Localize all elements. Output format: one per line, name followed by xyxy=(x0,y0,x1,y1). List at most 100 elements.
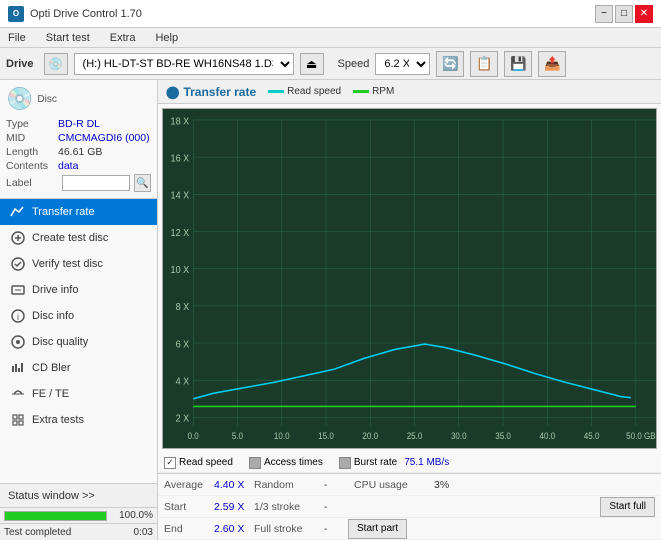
svg-text:4 X: 4 X xyxy=(176,376,190,387)
status-bottom: Status window >> 100.0% Test completed 0… xyxy=(0,483,157,540)
chart-svg: 18 X 16 X 14 X 12 X 10 X 8 X 6 X 4 X 2 X… xyxy=(163,109,656,448)
status-text-bar: Test completed 0:03 xyxy=(0,524,157,540)
disc-info-icon: i xyxy=(10,308,26,324)
type-label: Type xyxy=(6,118,58,130)
svg-text:i: i xyxy=(17,312,19,322)
status-time: 0:03 xyxy=(134,527,153,538)
svg-text:0.0: 0.0 xyxy=(188,431,199,441)
drive-label: Drive xyxy=(6,58,34,70)
full-stroke-value: - xyxy=(324,523,344,535)
access-times-checkbox-item: Access times xyxy=(249,457,323,469)
average-label: Average xyxy=(164,479,214,491)
random-value: - xyxy=(324,479,344,491)
menu-bar: File Start test Extra Help xyxy=(0,28,661,48)
chart-canvas: 18 X 16 X 14 X 12 X 10 X 8 X 6 X 4 X 2 X… xyxy=(162,108,657,449)
stats-row-average: Average 4.40 X Random - CPU usage 3% xyxy=(158,474,661,496)
burst-rate-checkbox-label: Burst rate xyxy=(354,457,397,468)
disc-quality-icon xyxy=(10,334,26,350)
nav-create-test-disc[interactable]: Create test disc xyxy=(0,225,157,251)
menu-help[interactable]: Help xyxy=(151,31,182,45)
start-part-button[interactable]: Start part xyxy=(348,519,407,539)
title-bar: O Opti Drive Control 1.70 − □ ✕ xyxy=(0,0,661,28)
burst-rate-checkbox[interactable] xyxy=(339,457,351,469)
stroke-1-3-label: 1/3 stroke xyxy=(254,501,324,513)
svg-text:35.0: 35.0 xyxy=(495,431,511,441)
nav-fe-te[interactable]: FE / TE xyxy=(0,381,157,407)
svg-text:2 X: 2 X xyxy=(176,413,190,424)
nav-drive-info[interactable]: Drive info xyxy=(0,277,157,303)
eject-button[interactable]: ⏏ xyxy=(300,53,324,75)
svg-text:12 X: 12 X xyxy=(171,228,190,239)
start-full-button[interactable]: Start full xyxy=(600,497,655,517)
mid-label: MID xyxy=(6,132,58,144)
menu-start-test[interactable]: Start test xyxy=(42,31,94,45)
contents-value[interactable]: data xyxy=(58,160,78,172)
access-times-checkbox[interactable] xyxy=(249,457,261,469)
speed-select[interactable]: 6.2 X xyxy=(375,53,430,75)
nav-cd-bler-label: CD Bler xyxy=(32,362,71,374)
chart-header: ⬤ Transfer rate Read speed RPM xyxy=(158,80,661,104)
svg-text:50.0 GB: 50.0 GB xyxy=(626,431,656,441)
legend-read-speed: Read speed xyxy=(268,86,341,97)
disc-header: 💿 Disc xyxy=(6,86,151,112)
disc-length-row: Length 46.61 GB xyxy=(6,146,151,158)
read-speed-checkbox-item: ✓ Read speed xyxy=(164,457,233,469)
label-row: Label 🔍 xyxy=(6,174,151,192)
rpm-color xyxy=(353,90,369,93)
cpu-usage-value: 3% xyxy=(434,479,449,491)
disc-mid-row: MID CMCMAGDI6 (000) xyxy=(6,132,151,144)
drive-select[interactable]: (H:) HL-DT-ST BD-RE WH16NS48 1.D3 xyxy=(74,53,294,75)
read-speed-checkbox[interactable]: ✓ xyxy=(164,457,176,469)
nav-drive-info-label: Drive info xyxy=(32,284,78,296)
svg-text:30.0: 30.0 xyxy=(451,431,467,441)
legend-read-label: Read speed xyxy=(287,86,341,97)
type-value: BD-R DL xyxy=(58,118,100,130)
label-browse-button[interactable]: 🔍 xyxy=(134,174,151,192)
length-value: 46.61 GB xyxy=(58,146,102,158)
full-stroke-label: Full stroke xyxy=(254,523,324,535)
mid-value: CMCMAGDI6 (000) xyxy=(58,132,150,144)
svg-text:45.0: 45.0 xyxy=(584,431,600,441)
refresh-button[interactable]: 🔄 xyxy=(436,51,464,77)
svg-text:20.0: 20.0 xyxy=(362,431,378,441)
save-button[interactable]: 💾 xyxy=(504,51,532,77)
svg-text:14 X: 14 X xyxy=(171,190,190,201)
end-label: End xyxy=(164,523,214,535)
chart-title-icon: ⬤ xyxy=(166,85,179,99)
nav-extra-tests[interactable]: Extra tests xyxy=(0,407,157,433)
save-image-button[interactable]: 📋 xyxy=(470,51,498,77)
svg-text:10 X: 10 X xyxy=(171,265,190,276)
app-title: Opti Drive Control 1.70 xyxy=(30,8,142,20)
export-button[interactable]: 📤 xyxy=(538,51,566,77)
disc-header-label: Disc xyxy=(37,94,56,105)
burst-rate-checkbox-item: Burst rate 75.1 MB/s xyxy=(339,457,449,469)
svg-text:16 X: 16 X xyxy=(171,153,190,164)
extra-tests-icon xyxy=(10,412,26,428)
close-button[interactable]: ✕ xyxy=(635,5,653,23)
checkbox-area: ✓ Read speed Access times Burst rate 75.… xyxy=(158,453,661,473)
read-speed-checkbox-label: Read speed xyxy=(179,457,233,468)
minimize-button[interactable]: − xyxy=(595,5,613,23)
disc-panel: 💿 Disc Type BD-R DL MID CMCMAGDI6 (000) … xyxy=(0,80,157,199)
svg-text:8 X: 8 X xyxy=(176,302,190,313)
chart-area: ⬤ Transfer rate Read speed RPM xyxy=(158,80,661,540)
nav-transfer-rate[interactable]: Transfer rate xyxy=(0,199,157,225)
nav-disc-quality[interactable]: Disc quality xyxy=(0,329,157,355)
nav-cd-bler[interactable]: CD Bler xyxy=(0,355,157,381)
svg-text:15.0: 15.0 xyxy=(318,431,334,441)
label-input[interactable] xyxy=(62,175,130,191)
window-controls: − □ ✕ xyxy=(595,5,653,23)
cd-bler-icon xyxy=(10,360,26,376)
drive-icon-button[interactable]: 💿 xyxy=(44,53,68,75)
speed-label: Speed xyxy=(338,58,370,70)
menu-extra[interactable]: Extra xyxy=(106,31,140,45)
nav-disc-info[interactable]: i Disc info xyxy=(0,303,157,329)
maximize-button[interactable]: □ xyxy=(615,5,633,23)
burst-rate-value: 75.1 MB/s xyxy=(404,457,449,468)
status-window-button[interactable]: Status window >> xyxy=(0,484,157,508)
menu-file[interactable]: File xyxy=(4,31,30,45)
nav-verify-test-disc[interactable]: Verify test disc xyxy=(0,251,157,277)
disc-type-row: Type BD-R DL xyxy=(6,118,151,130)
progress-fill xyxy=(5,512,106,520)
drive-toolbar: Drive 💿 (H:) HL-DT-ST BD-RE WH16NS48 1.D… xyxy=(0,48,661,80)
